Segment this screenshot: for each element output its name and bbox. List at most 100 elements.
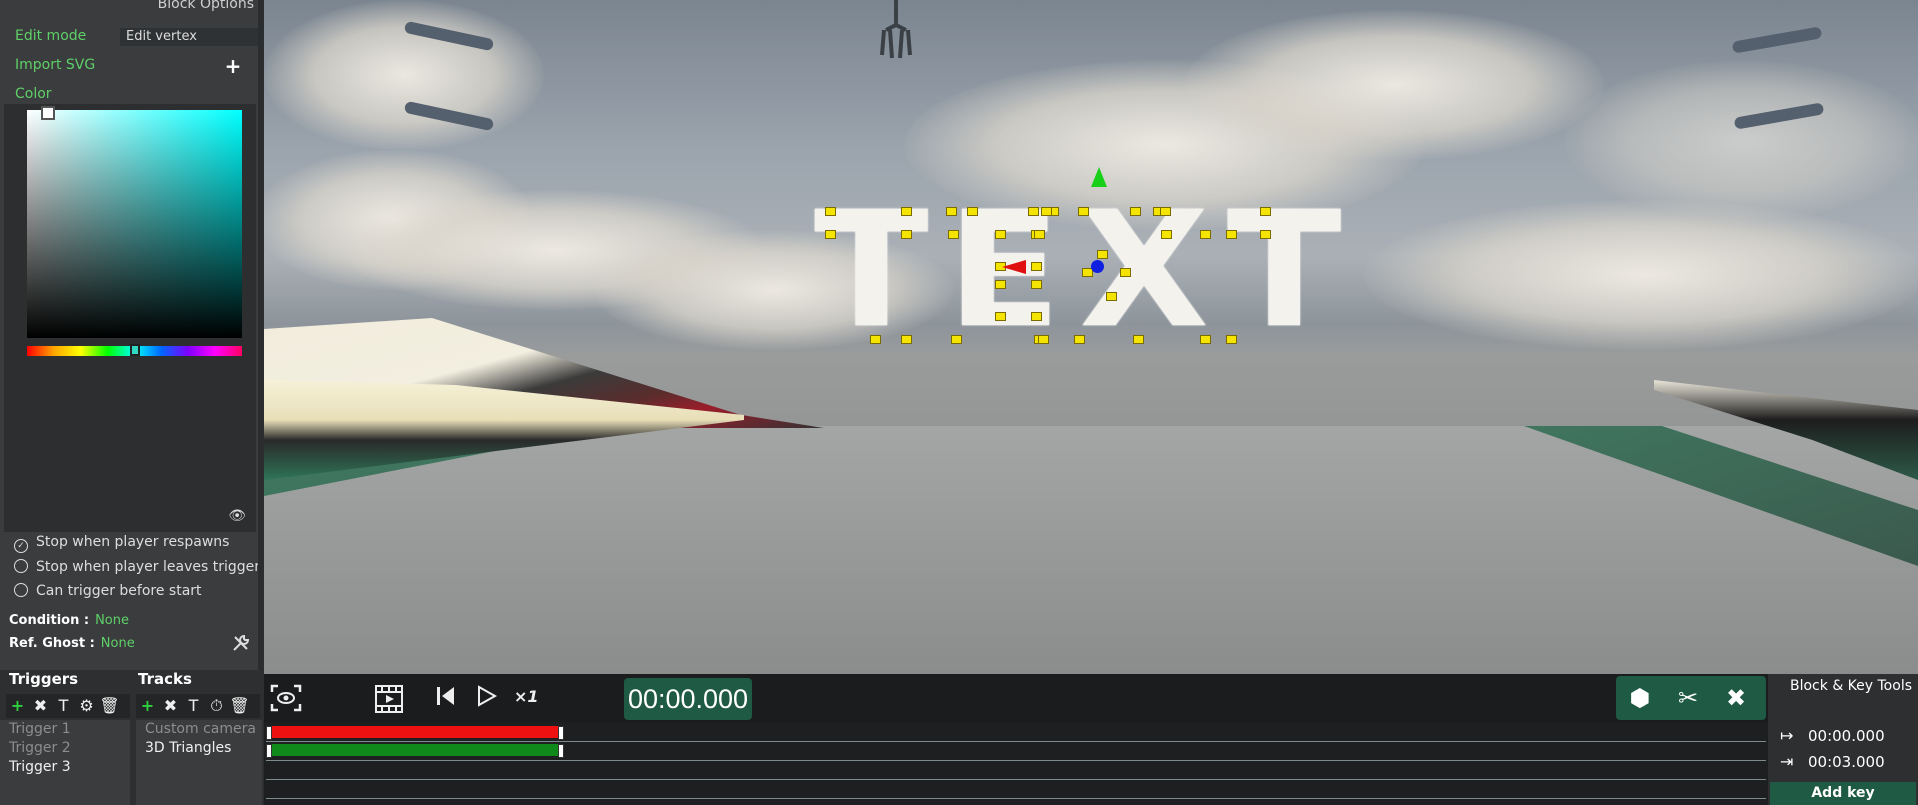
vertex-handle[interactable] xyxy=(967,207,978,216)
color-picker-handle[interactable] xyxy=(41,106,55,120)
checkbox-empty-icon[interactable] xyxy=(14,559,28,573)
bar-end-handle[interactable] xyxy=(558,744,564,758)
color-picker: 👁 xyxy=(4,104,256,532)
option-stop-on-leave[interactable]: Stop when player leaves trigger xyxy=(14,557,260,577)
gizmo-center-handle[interactable] xyxy=(1091,260,1104,273)
vertex-handle[interactable] xyxy=(1078,207,1089,216)
camera-view-icon[interactable] xyxy=(270,684,302,718)
vertex-handle[interactable] xyxy=(1074,335,1085,344)
trigger-settings-icon[interactable]: ⚙ xyxy=(75,694,98,718)
cloud xyxy=(1564,60,1918,220)
rename-trigger-icon[interactable]: T xyxy=(52,694,75,718)
vertex-handle[interactable] xyxy=(995,280,1006,289)
add-trigger-icon[interactable]: + xyxy=(6,694,29,718)
vertex-handle[interactable] xyxy=(901,207,912,216)
vertex-handle[interactable] xyxy=(1031,262,1042,271)
ref-ghost-label: Ref. Ghost : xyxy=(9,636,95,651)
rename-track-icon[interactable]: T xyxy=(182,694,205,718)
delete-track-icon[interactable]: ✖ xyxy=(159,694,182,718)
vertex-handle[interactable] xyxy=(1200,335,1211,344)
block-key-tools-title: Block & Key Tools xyxy=(1790,678,1913,694)
trigger-item[interactable]: Trigger 2 xyxy=(0,739,130,758)
play-icon[interactable] xyxy=(474,684,498,714)
track-item[interactable]: Custom camera xyxy=(136,720,262,739)
vertex-handle[interactable] xyxy=(995,230,1006,239)
option-stop-on-respawn[interactable]: ✓ Stop when player respawns xyxy=(14,532,229,553)
close-icon[interactable]: ✖ xyxy=(1712,676,1760,720)
vertex-handle[interactable] xyxy=(1260,207,1271,216)
vertex-handle[interactable] xyxy=(1041,207,1052,216)
import-svg-button[interactable]: + xyxy=(224,56,242,76)
end-time-row[interactable]: ⇥ 00:03.000 xyxy=(1780,752,1885,771)
eye-icon[interactable]: 👁 xyxy=(228,508,246,524)
vertex-handle[interactable] xyxy=(1160,207,1171,216)
start-time-row[interactable]: ↦ 00:00.000 xyxy=(1780,726,1885,745)
add-key-button[interactable]: Add key xyxy=(1770,782,1916,805)
trash-trigger-icon[interactable]: 🗑 xyxy=(98,694,121,718)
vertex-handle[interactable] xyxy=(995,312,1006,321)
vertex-handle[interactable] xyxy=(946,207,957,216)
cube-icon[interactable]: ⬢ xyxy=(1616,676,1664,720)
trash-track-icon[interactable]: 🗑 xyxy=(228,694,251,718)
vertex-handle[interactable] xyxy=(1260,230,1271,239)
vertex-handle[interactable] xyxy=(951,335,962,344)
start-time-value[interactable]: 00:00.000 xyxy=(1808,727,1885,745)
vertex-handle[interactable] xyxy=(1034,230,1045,239)
vertex-handle[interactable] xyxy=(1161,230,1172,239)
vertex-handle[interactable] xyxy=(948,230,959,239)
vertex-handle[interactable] xyxy=(1226,230,1237,239)
vertex-handle[interactable] xyxy=(1200,230,1211,239)
bar-start-handle[interactable] xyxy=(266,726,272,740)
vertex-handle[interactable] xyxy=(901,230,912,239)
track-bar-camera[interactable] xyxy=(266,726,564,740)
track-item-selected[interactable]: 3D Triangles xyxy=(136,739,262,758)
bar-start-handle[interactable] xyxy=(266,744,272,758)
delete-trigger-icon[interactable]: ✖ xyxy=(29,694,52,718)
tracks-list: Custom camera 3D Triangles xyxy=(136,720,262,805)
block-options-panel: Block Options Edit mode Edit vertex Impo… xyxy=(0,0,262,670)
vertex-handle[interactable] xyxy=(1038,335,1049,344)
vertex-handle[interactable] xyxy=(1226,335,1237,344)
bar-end-handle[interactable] xyxy=(558,726,564,740)
playback-speed-button[interactable]: ×1 xyxy=(514,687,539,706)
timeline: ×1 00:00.000 ⬢ ✂ ✖ xyxy=(264,674,1768,805)
option-trigger-before-start[interactable]: Can trigger before start xyxy=(14,581,202,601)
vertex-handle[interactable] xyxy=(825,230,836,239)
vertex-handle[interactable] xyxy=(1133,335,1144,344)
saturation-value-area[interactable] xyxy=(27,106,242,338)
cloud xyxy=(1364,200,1918,350)
vertex-handle[interactable] xyxy=(1130,207,1141,216)
wrench-icon[interactable] xyxy=(232,634,250,656)
vertex-handle[interactable] xyxy=(1106,292,1117,301)
scissors-icon[interactable]: ✂ xyxy=(1664,676,1712,720)
gizmo-x-axis-arrow[interactable] xyxy=(1002,260,1026,274)
vertex-handle[interactable] xyxy=(1031,312,1042,321)
checkbox-empty-icon[interactable] xyxy=(14,583,28,597)
edit-mode-select[interactable]: Edit vertex xyxy=(120,28,258,46)
checkbox-checked-icon[interactable]: ✓ xyxy=(14,539,28,553)
time-display: 00:00.000 xyxy=(624,678,752,720)
track-timer-icon[interactable]: ⏱ xyxy=(205,694,228,718)
vertex-handle[interactable] xyxy=(1120,268,1131,277)
3d-viewport[interactable]: TEXT xyxy=(264,0,1918,674)
vertex-handle[interactable] xyxy=(1097,250,1108,259)
vertex-handle[interactable] xyxy=(870,335,881,344)
skip-to-start-icon[interactable] xyxy=(434,684,458,714)
add-track-icon[interactable]: + xyxy=(136,694,159,718)
hue-slider[interactable] xyxy=(27,344,242,356)
vertex-handle[interactable] xyxy=(1031,280,1042,289)
condition-value[interactable]: None xyxy=(95,613,129,628)
vertex-handle[interactable] xyxy=(825,207,836,216)
end-time-value[interactable]: 00:03.000 xyxy=(1808,753,1885,771)
track-bar-triangles[interactable] xyxy=(266,744,564,758)
gizmo-y-axis-arrow[interactable] xyxy=(1091,167,1107,187)
vertex-handle[interactable] xyxy=(901,335,912,344)
trigger-item-selected[interactable]: Trigger 3 xyxy=(0,758,130,777)
vertex-handle[interactable] xyxy=(1028,207,1039,216)
trigger-item[interactable]: Trigger 1 xyxy=(0,720,130,739)
film-preview-icon[interactable] xyxy=(374,684,404,720)
ref-ghost-value[interactable]: None xyxy=(101,636,135,651)
condition-label: Condition : xyxy=(9,613,90,628)
cloud xyxy=(1184,10,1604,160)
hue-slider-handle[interactable] xyxy=(129,344,140,356)
